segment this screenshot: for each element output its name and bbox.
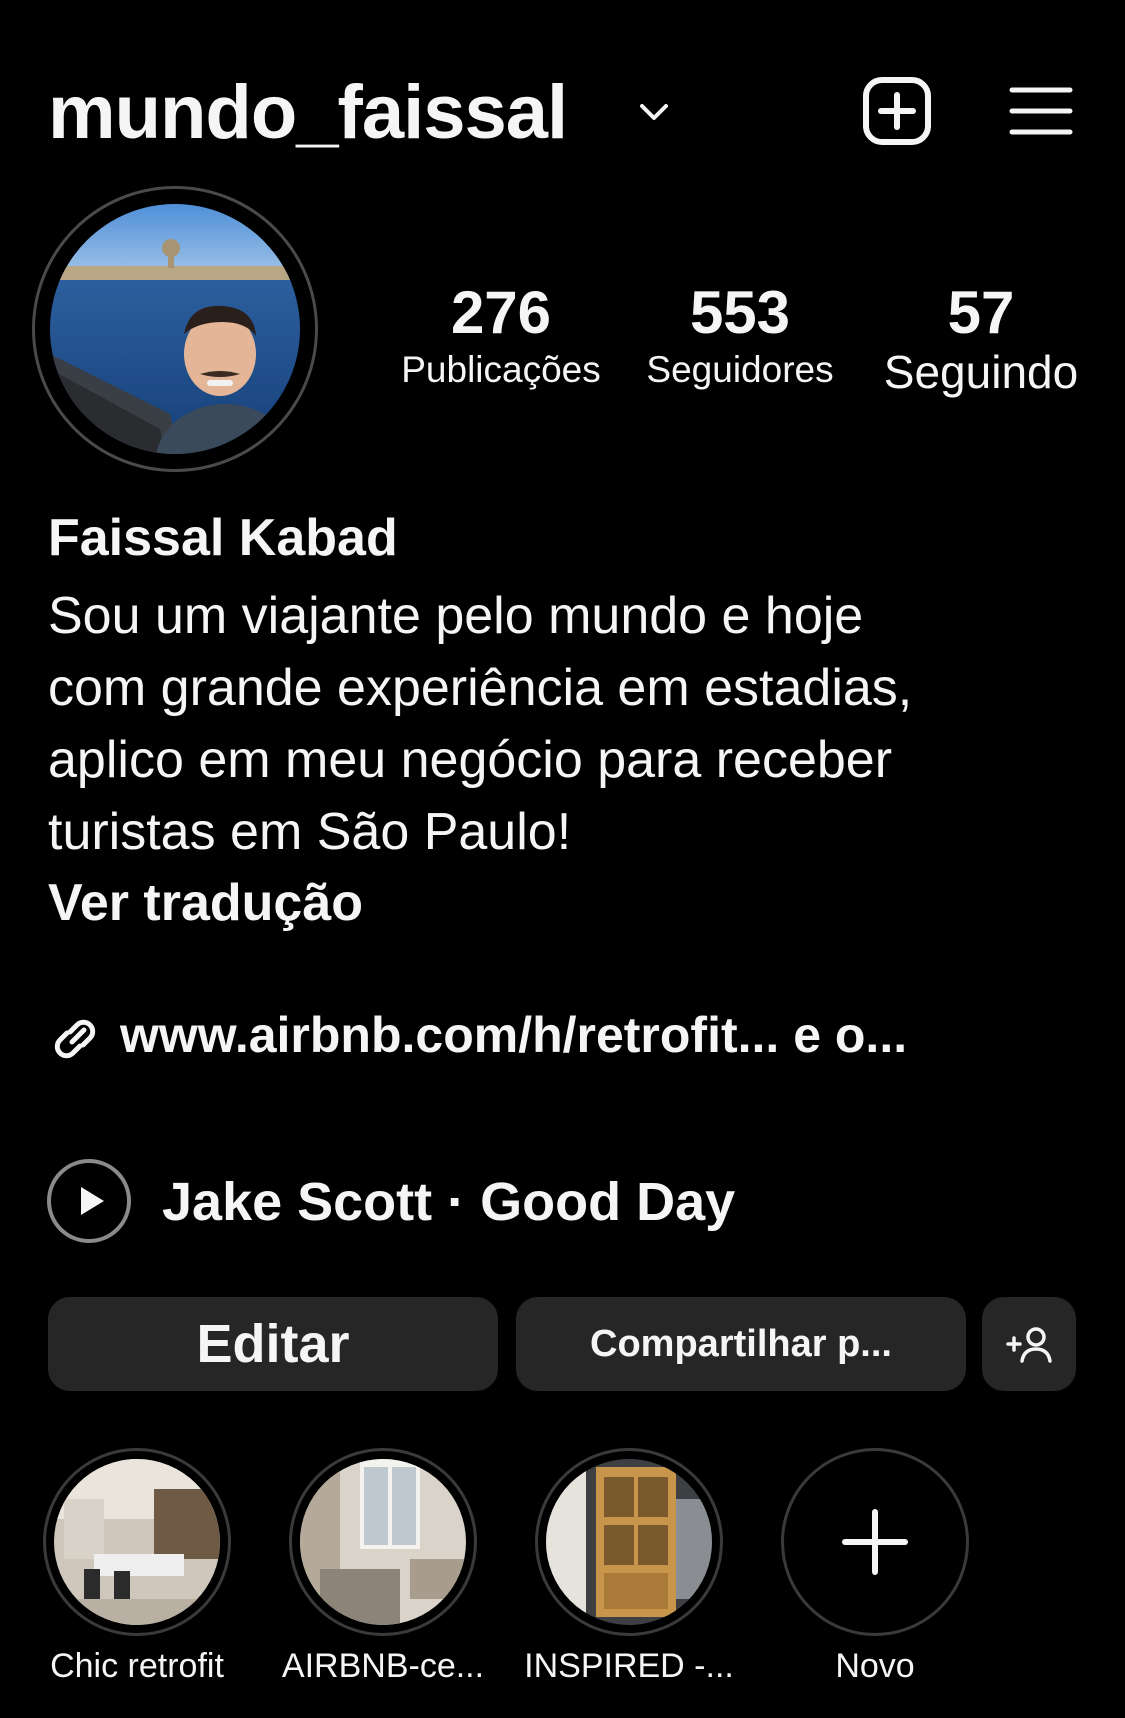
- bio-line: aplico em meu negócio para receber: [48, 731, 893, 789]
- stat-posts-value: 276: [450, 279, 552, 346]
- highlight-label: Novo: [835, 1647, 915, 1685]
- highlight-label: Chic retrofit: [50, 1647, 224, 1685]
- avatar[interactable]: [50, 204, 300, 454]
- add-square-icon[interactable]: [862, 76, 932, 146]
- stat-following[interactable]: 57 Seguindo: [868, 278, 1094, 396]
- edit-profile-button[interactable]: Editar: [48, 1297, 498, 1391]
- stat-following-label: Seguindo: [883, 346, 1079, 398]
- profile-bio: Sou um viajante pelo mundo e hoje com gr…: [48, 580, 1098, 868]
- bio-line: Sou um viajante pelo mundo e hoje: [48, 587, 864, 645]
- profile-username[interactable]: mundo_faissal: [48, 68, 568, 158]
- see-translation-link[interactable]: Ver tradução: [48, 873, 363, 933]
- highlight-inspired[interactable]: [546, 1459, 712, 1625]
- stat-followers[interactable]: 553 Seguidores: [630, 278, 850, 392]
- share-profile-button[interactable]: Compartilhar p...: [516, 1297, 966, 1391]
- highlight-airbnb[interactable]: [300, 1459, 466, 1625]
- profile-music[interactable]: Jake Scott · Good Day: [162, 1170, 735, 1234]
- stat-followers-label: Seguidores: [646, 349, 834, 390]
- stat-posts-label: Publicações: [401, 349, 601, 390]
- play-icon[interactable]: [46, 1158, 132, 1244]
- highlight-label: AIRBNB-ce...: [281, 1647, 485, 1685]
- highlight-thumbnail: [546, 1459, 712, 1625]
- bio-line: turistas em São Paulo!: [48, 803, 572, 861]
- stat-following-value: 57: [947, 279, 1015, 346]
- bio-line: com grande experiência em estadias,: [48, 659, 913, 717]
- plus-icon: [842, 1509, 908, 1575]
- stat-followers-value: 553: [689, 279, 791, 346]
- new-highlight-button[interactable]: [781, 1448, 969, 1636]
- highlight-thumbnail: [54, 1459, 220, 1625]
- link-icon: [54, 1019, 96, 1059]
- profile-link[interactable]: www.airbnb.com/h/retrofit... e o...: [120, 1004, 907, 1066]
- profile-name: Faissal Kabad: [48, 509, 398, 567]
- highlight-chic-retrofit[interactable]: [54, 1459, 220, 1625]
- discover-people-button[interactable]: [982, 1297, 1076, 1391]
- hamburger-menu-icon[interactable]: [1008, 82, 1074, 140]
- stat-posts[interactable]: 276 Publicações: [388, 278, 614, 392]
- highlight-thumbnail: [300, 1459, 466, 1625]
- chevron-down-icon[interactable]: [634, 92, 674, 132]
- add-person-icon: [1006, 1327, 1052, 1363]
- avatar-photo: [50, 204, 300, 454]
- highlight-label: INSPIRED -...: [524, 1647, 734, 1685]
